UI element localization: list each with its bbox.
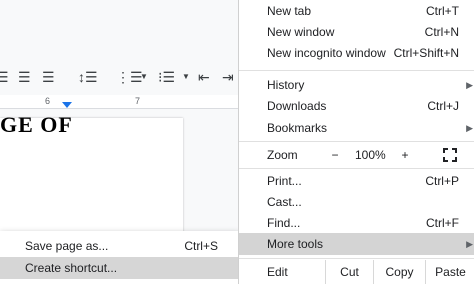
formatting-toolbar: ☰ ☰ ☰ ↕☰ ⋮☰ ▼ ⁝☰ ▼ ⇤ ⇥ [0, 62, 240, 92]
find-label: Find... [267, 216, 301, 230]
decrease-indent-icon[interactable]: ⇤ [198, 68, 210, 86]
chevron-down-icon[interactable]: ▼ [182, 68, 190, 86]
ruler-number: 6 [45, 96, 51, 106]
save-page-as-shortcut: Ctrl+S [184, 239, 218, 253]
indent-marker[interactable] [62, 102, 72, 108]
edit-label: Edit [267, 265, 288, 279]
cast-item[interactable]: Cast... [239, 191, 474, 213]
save-page-as-label: Save page as... [25, 239, 109, 253]
bookmarks-item[interactable]: Bookmarks ▶ [239, 117, 474, 139]
bookmarks-label: Bookmarks [267, 121, 328, 135]
print-shortcut: Ctrl+P [425, 174, 459, 188]
create-shortcut-label: Create shortcut... [25, 261, 118, 275]
find-shortcut: Ctrl+F [426, 216, 459, 230]
numbered-list-icon[interactable]: ⋮☰ [116, 68, 143, 86]
chevron-right-icon: ▶ [466, 80, 473, 90]
create-shortcut-item[interactable]: Create shortcut... [0, 257, 240, 279]
edit-row: Edit Cut Copy Paste [239, 260, 474, 284]
increase-indent-icon[interactable]: ⇥ [222, 68, 234, 86]
new-window-item[interactable]: New window Ctrl+N [239, 21, 474, 43]
menu-separator [239, 141, 474, 142]
document-heading-text: GE OF [0, 112, 73, 137]
cut-button[interactable]: Cut [325, 260, 373, 284]
align-justify-icon[interactable]: ☰ [42, 68, 55, 86]
cast-label: Cast... [267, 195, 302, 209]
zoom-label: Zoom [267, 148, 298, 162]
find-item[interactable]: Find... Ctrl+F [239, 212, 474, 234]
zoom-in-button[interactable]: + [395, 143, 415, 167]
history-item[interactable]: History ▶ [239, 74, 474, 96]
print-item[interactable]: Print... Ctrl+P [239, 170, 474, 192]
new-incognito-window-shortcut: Ctrl+Shift+N [393, 46, 459, 60]
ruler-number: 7 [135, 96, 141, 106]
menu-separator [239, 258, 474, 259]
paste-button[interactable]: Paste [425, 260, 474, 284]
zoom-level: 100% [355, 148, 386, 162]
line-spacing-icon[interactable]: ↕☰ [78, 68, 98, 86]
save-page-as-item[interactable]: Save page as... Ctrl+S [0, 235, 240, 257]
chevron-right-icon: ▶ [466, 239, 473, 249]
more-tools-submenu: Save page as... Ctrl+S Create shortcut..… [0, 231, 240, 284]
bulleted-list-icon[interactable]: ⁝☰ [158, 68, 175, 86]
menu-separator [239, 168, 474, 169]
align-center-icon[interactable]: ☰ [18, 68, 31, 86]
new-window-label: New window [267, 25, 335, 39]
new-incognito-window-label: New incognito window [267, 46, 386, 60]
downloads-shortcut: Ctrl+J [427, 99, 459, 113]
new-tab-item[interactable]: New tab Ctrl+T [239, 0, 474, 22]
more-tools-label: More tools [267, 237, 324, 251]
chevron-down-icon[interactable]: ▼ [140, 68, 148, 86]
chrome-main-menu: New tab Ctrl+T New window Ctrl+N New inc… [238, 0, 474, 284]
zoom-out-button[interactable]: − [325, 143, 345, 167]
new-incognito-window-item[interactable]: New incognito window Ctrl+Shift+N [239, 42, 474, 64]
history-label: History [267, 78, 305, 92]
fullscreen-icon[interactable] [443, 148, 457, 162]
downloads-item[interactable]: Downloads Ctrl+J [239, 95, 474, 117]
print-label: Print... [267, 174, 302, 188]
zoom-row: Zoom − 100% + [239, 143, 474, 167]
ruler-ticks [4, 101, 240, 103]
downloads-label: Downloads [267, 99, 327, 113]
menu-separator [239, 70, 474, 71]
new-tab-shortcut: Ctrl+T [426, 4, 459, 18]
new-tab-label: New tab [267, 4, 312, 18]
new-window-shortcut: Ctrl+N [424, 25, 459, 39]
align-left-icon[interactable]: ☰ [0, 68, 9, 86]
copy-button[interactable]: Copy [373, 260, 425, 284]
ruler[interactable]: 6 7 [0, 95, 240, 109]
chevron-right-icon: ▶ [466, 123, 473, 133]
more-tools-item[interactable]: More tools ▶ [239, 233, 474, 255]
